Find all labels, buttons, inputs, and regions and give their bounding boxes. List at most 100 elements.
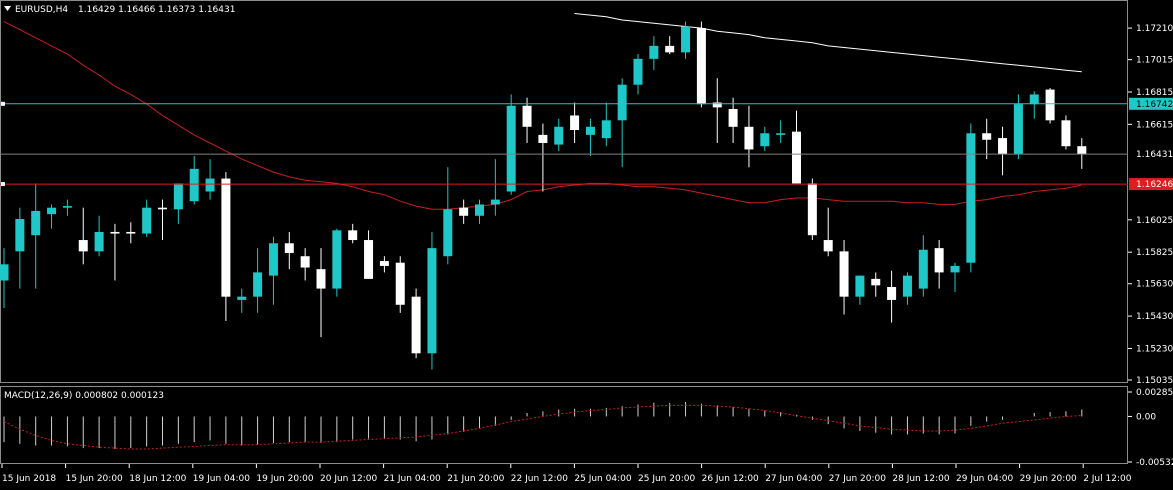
candle-body — [982, 133, 992, 140]
line-anchor-2[interactable] — [1, 182, 5, 187]
time-tick-label: 29 Jun 04:00 — [956, 474, 1013, 484]
candle-body — [887, 286, 897, 300]
time-tick-label: 26 Jun 12:00 — [702, 474, 759, 484]
candle-body — [173, 183, 183, 210]
candle-body — [490, 199, 500, 205]
time-tick-label: 28 Jun 12:00 — [892, 474, 949, 484]
candle-body — [1029, 94, 1039, 105]
time-axis: 15 Jun 2018 15 Jun 20:00 18 Jun 12:00 19 Ju… — [1, 464, 1132, 484]
candle-body — [522, 105, 532, 127]
macd-label: MACD(12,26,9) 0.000802 0.000123 — [4, 391, 164, 401]
candle-body — [78, 240, 88, 252]
candle-body — [601, 120, 611, 139]
candles — [0, 21, 1087, 370]
candle-body — [15, 219, 25, 252]
candle-body — [395, 262, 405, 305]
price-tick-label: 1.15230 — [1136, 344, 1173, 354]
candle-body — [348, 230, 358, 241]
line-anchor-0[interactable] — [1, 101, 5, 106]
candle-body — [934, 248, 944, 273]
candle-body — [316, 269, 326, 289]
time-tick-label: 27 Jun 20:00 — [829, 474, 886, 484]
time-tick-label: 21 Jun 20:00 — [447, 474, 504, 484]
candle-body — [776, 133, 786, 135]
candle-body — [411, 296, 421, 354]
candle-body — [31, 210, 41, 236]
candle-body — [0, 264, 9, 281]
candle-body — [807, 183, 817, 236]
time-tick-label: 22 Jun 12:00 — [511, 474, 568, 484]
candle-body — [649, 45, 659, 59]
price-tick-label: 1.15630 — [1136, 280, 1173, 290]
macd-axis: 0.002857 0.00 -0.005325 — [1128, 388, 1173, 468]
candle-body — [62, 206, 72, 208]
candle-body — [538, 134, 548, 143]
candle-body — [681, 26, 691, 53]
candle-body — [1045, 89, 1055, 121]
candle-body — [1061, 120, 1071, 147]
candle-body — [379, 261, 389, 266]
time-tick-label: 29 Jun 20:00 — [1020, 474, 1077, 484]
candle-body — [855, 275, 865, 297]
candle-body — [792, 131, 801, 184]
tag-cyan-line: 1.16742 — [1136, 100, 1173, 110]
candle-body — [554, 126, 564, 145]
time-tick-label: 15 Jun 20:00 — [66, 474, 123, 484]
candle-body — [443, 209, 453, 257]
symbol-label: EURUSD,H4 — [15, 5, 68, 15]
time-tick-label: 25 Jun 04:00 — [574, 474, 631, 484]
candle-body — [633, 58, 643, 85]
candle-body — [966, 133, 976, 263]
candle-body — [998, 138, 1008, 155]
macd-tick-label: 0.00 — [1136, 412, 1156, 422]
candle-body — [570, 115, 580, 131]
candle-body — [253, 272, 263, 297]
chart-header: EURUSD,H4 1.16429 1.16466 1.16373 1.1643… — [4, 5, 235, 15]
candle-body — [760, 133, 770, 147]
candle-body — [712, 102, 722, 108]
candle-body — [665, 45, 675, 53]
candle-body — [475, 204, 484, 216]
macd-tick-label: 0.002857 — [1136, 388, 1173, 398]
time-tick-label: 19 Jun 04:00 — [193, 474, 250, 484]
horizontal-lines[interactable] — [0, 101, 1128, 187]
macd-tick-label: -0.005325 — [1136, 458, 1173, 468]
candle-body — [459, 207, 469, 216]
triangle-down-icon[interactable] — [4, 6, 11, 11]
price-tick-label: 1.17015 — [1136, 56, 1173, 66]
price-tags: 1.16742 1.16431 1.16246 — [1129, 97, 1173, 191]
ohlc-values: 1.16429 1.16466 1.16373 1.16431 — [78, 5, 235, 15]
candle-body — [902, 275, 912, 297]
trading-chart[interactable]: 1.17210 1.17015 1.16815 1.16615 1.16025 1.158… — [0, 0, 1173, 490]
candle-body — [585, 126, 595, 135]
time-tick-label: 20 Jun 12:00 — [320, 474, 377, 484]
price-tick-label: 1.16815 — [1136, 88, 1173, 98]
candle-body — [158, 207, 167, 210]
macd-panel[interactable] — [0, 386, 1128, 464]
ma-white-line — [574, 13, 1082, 73]
candle-body — [950, 265, 960, 273]
candle-body — [284, 243, 294, 253]
price-tick-label: 1.16025 — [1136, 216, 1173, 226]
price-tick-label: 1.15825 — [1136, 248, 1173, 258]
time-tick-label: 18 Jun 12:00 — [129, 474, 186, 484]
price-tick-label: 1.16615 — [1136, 120, 1173, 130]
time-tick-label: 2 Jul 12:00 — [1083, 474, 1132, 484]
candle-body — [205, 178, 215, 192]
candle-body — [823, 240, 833, 252]
price-panel[interactable] — [0, 0, 1128, 383]
time-tick-label: 15 Jun 2018 — [2, 474, 56, 484]
candle-body — [744, 126, 754, 150]
time-tick-label: 25 Jun 20:00 — [638, 474, 695, 484]
macd-histogram — [3, 401, 1083, 449]
candle-body — [1077, 146, 1087, 155]
candle-body — [142, 207, 152, 234]
candle-body — [126, 231, 136, 234]
time-tick-label: 19 Jun 20:00 — [256, 474, 313, 484]
candle-body — [918, 249, 928, 289]
candle-body — [94, 231, 104, 252]
candle-body — [237, 296, 247, 300]
candle-body — [871, 278, 881, 286]
time-tick-label: 27 Jun 04:00 — [765, 474, 822, 484]
candle-body — [1013, 104, 1023, 155]
